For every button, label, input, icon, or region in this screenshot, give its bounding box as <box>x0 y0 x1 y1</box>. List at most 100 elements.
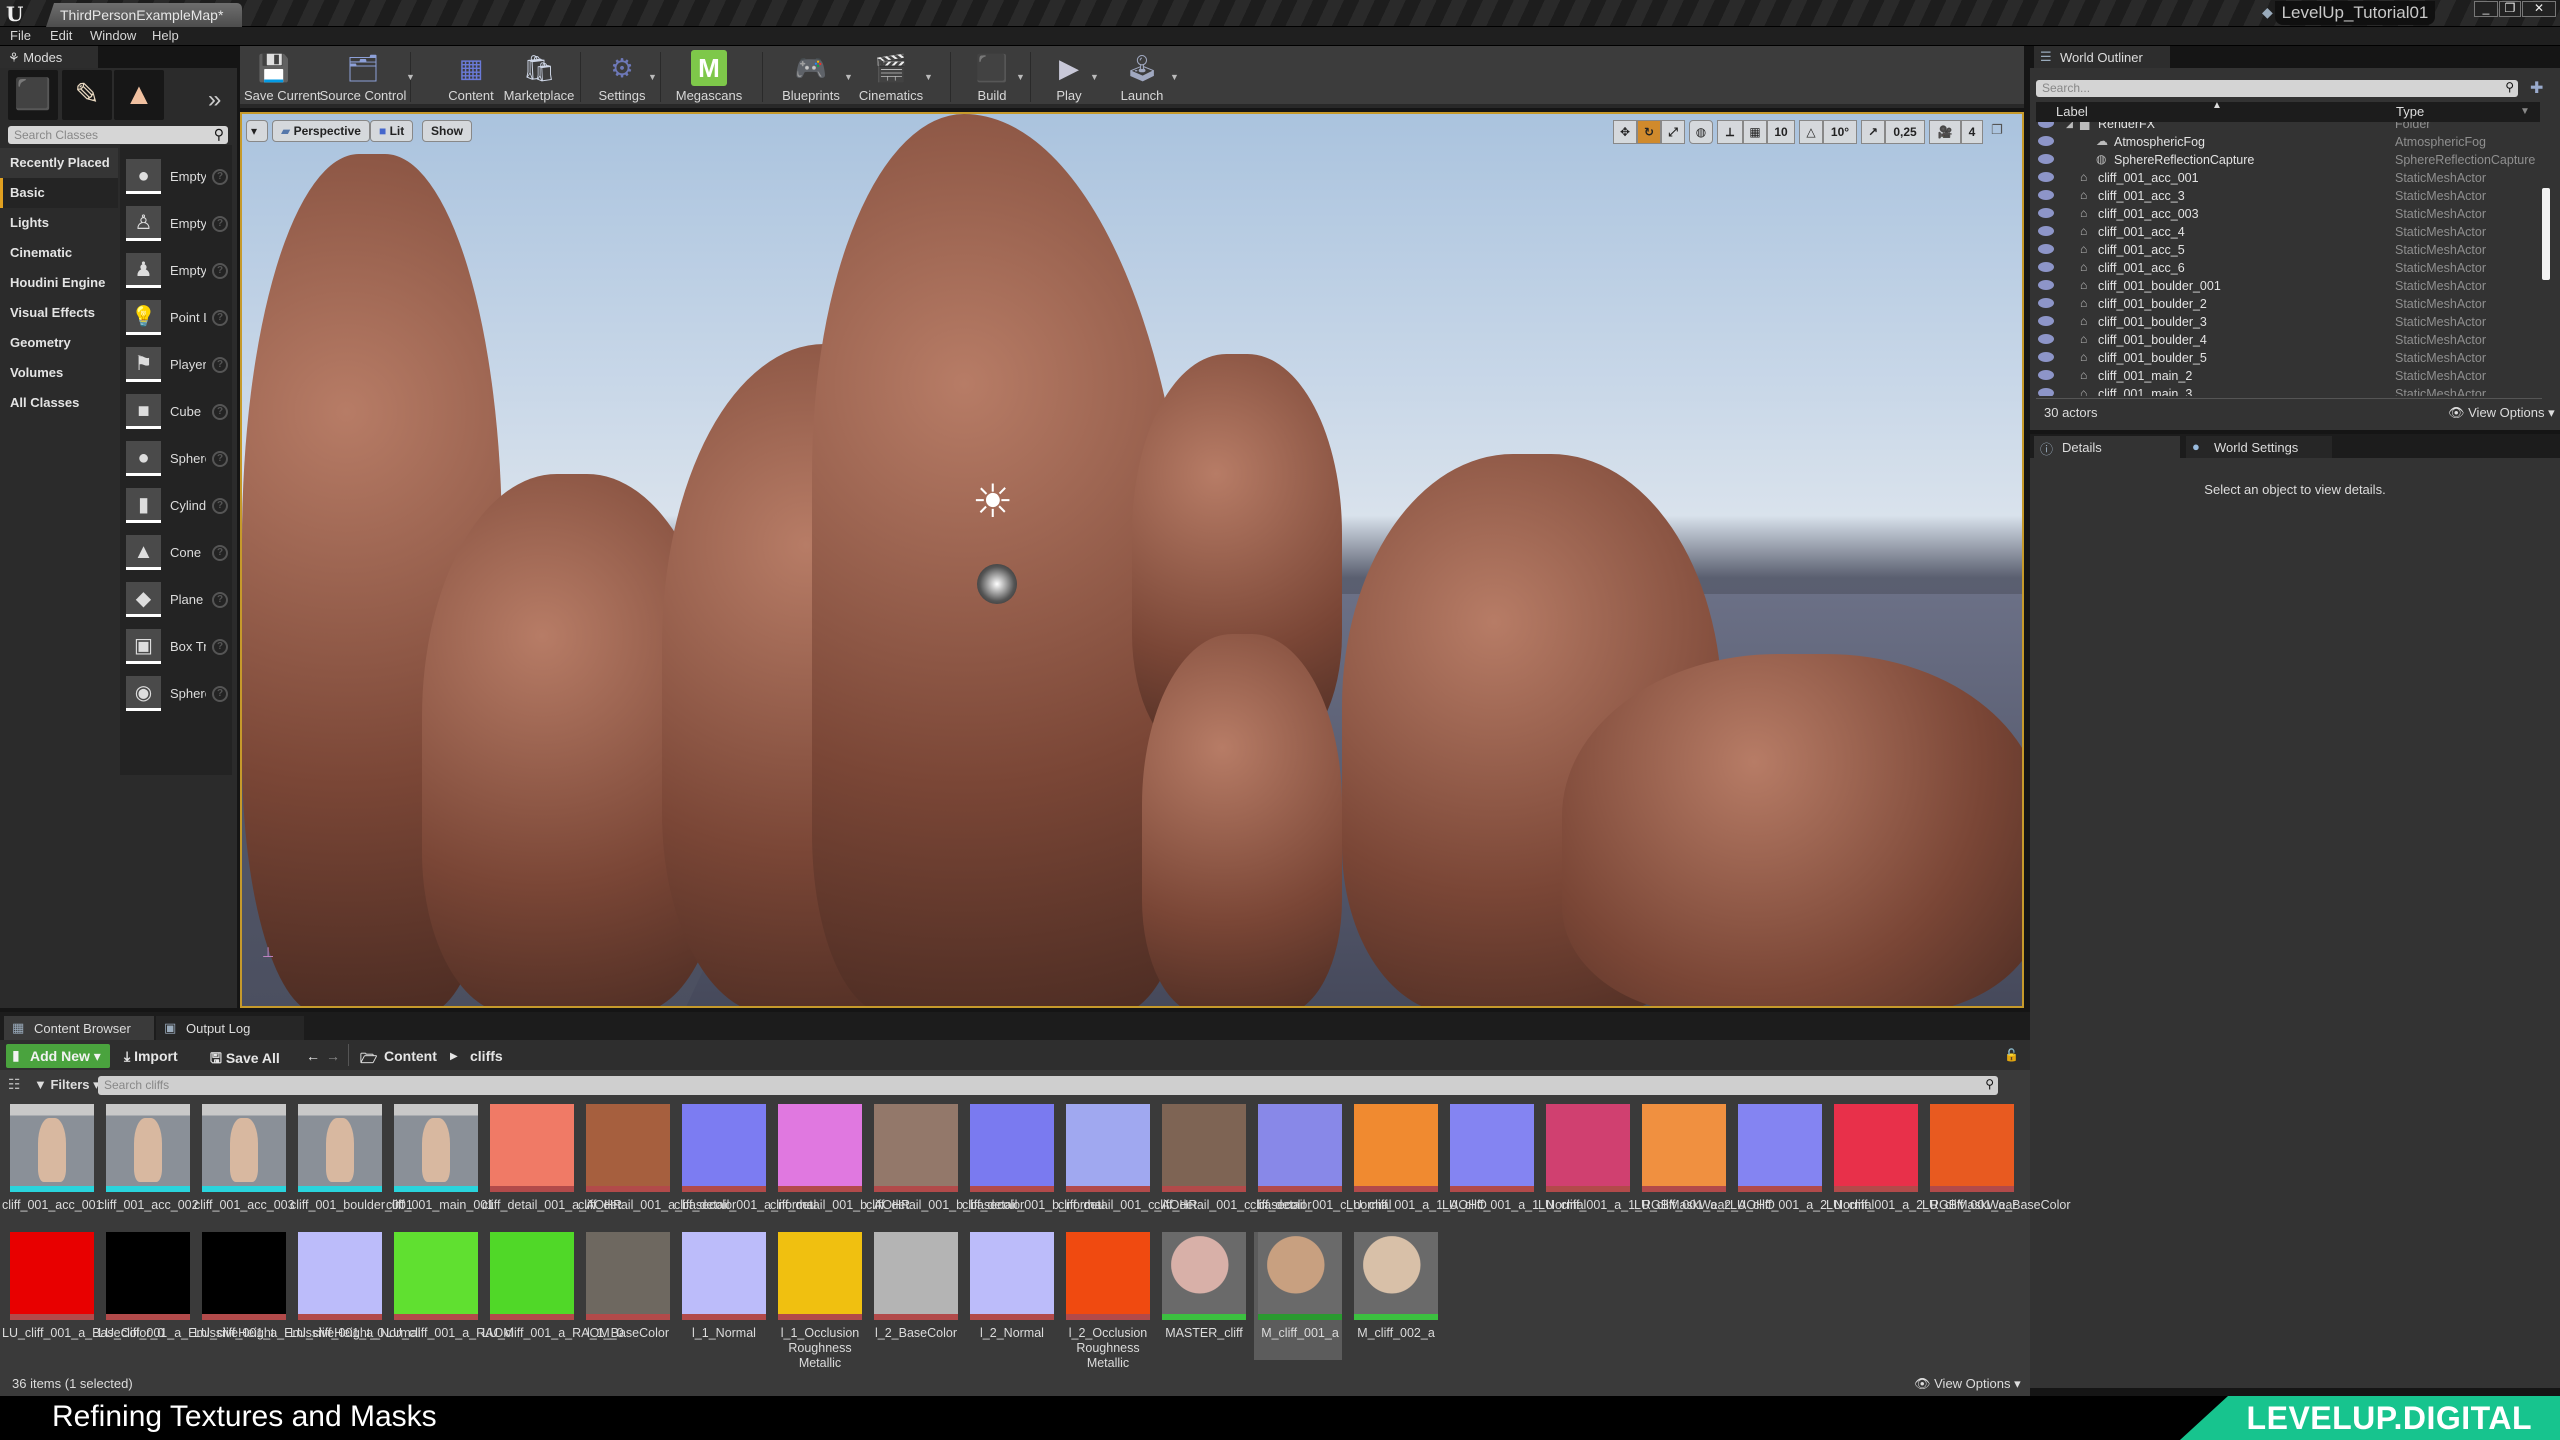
scale-tool-icon[interactable]: ⤢ <box>1661 120 1685 144</box>
outliner-row[interactable]: ⌂ cliff_001_boulder_3 StaticMeshActor <box>2030 314 2540 332</box>
perspective-button[interactable]: ▰ Perspective <box>272 120 370 142</box>
tab-content-browser[interactable]: ▦ Content Browser <box>4 1016 154 1040</box>
outliner-row[interactable]: ⌂ cliff_001_acc_003 StaticMeshActor <box>2030 206 2540 224</box>
placeable-item[interactable]: ■ Cube? <box>126 394 230 440</box>
rotation-snap-value[interactable]: 10° <box>1823 120 1857 144</box>
translate-tool-icon[interactable]: ✥ <box>1613 120 1637 144</box>
asset-tile[interactable]: l_1_Normal <box>678 1232 766 1360</box>
outliner-scrollbar[interactable] <box>2542 188 2550 280</box>
outliner-row[interactable]: ⌂ cliff_001_boulder_2 StaticMeshActor <box>2030 296 2540 314</box>
lock-icon[interactable]: 🔓 <box>2004 1048 2019 1062</box>
lit-button[interactable]: ■ Lit <box>370 120 414 142</box>
category-all-classes[interactable]: All Classes <box>0 388 118 418</box>
show-button[interactable]: Show <box>422 120 472 142</box>
asset-tile[interactable]: LU_cliff_001_a_Normal <box>290 1232 420 1360</box>
landscape-mode-button[interactable]: ▲ <box>114 70 164 120</box>
outliner-row[interactable]: ⌂ cliff_001_boulder_5 StaticMeshActor <box>2030 350 2540 368</box>
world-outliner-tab[interactable]: ☰ World Outliner <box>2034 46 2170 68</box>
camera-speed-value[interactable]: 4 <box>1961 120 1983 144</box>
placeable-item[interactable]: ▣ Box Trigger? <box>126 629 230 675</box>
scale-snap-value[interactable]: 0,25 <box>1885 120 1925 144</box>
placeable-item[interactable]: ▲ Cone? <box>126 535 230 581</box>
world-local-icon[interactable]: ◍ <box>1689 120 1713 144</box>
asset-tile[interactable]: cliff_detail_001_b_normal <box>962 1104 1104 1232</box>
tab-output-log[interactable]: ▣ Output Log <box>156 1016 304 1040</box>
asset-tile[interactable]: LU_cliff_001_a_1_Normal <box>1442 1104 1586 1232</box>
visibility-eye-icon[interactable] <box>2038 136 2054 146</box>
launch-dropdown-icon[interactable]: ▼ <box>1170 72 1179 82</box>
breadcrumb-content[interactable]: Content <box>384 1048 437 1064</box>
asset-tile[interactable]: cliff_detail_001_b_basecolor <box>866 1104 1024 1232</box>
outliner-row[interactable]: ◍ SphereReflectionCapture SphereReflection… <box>2030 152 2540 170</box>
directional-light-icon[interactable]: ☀ <box>972 474 1022 527</box>
help-icon[interactable]: ? <box>212 169 228 185</box>
asset-tile[interactable]: LU_cliff_001_a_2_RGBMaskWear <box>1826 1104 2017 1232</box>
asset-tile[interactable]: l_2_Normal <box>966 1232 1054 1360</box>
asset-tile[interactable]: cliff_detail_001_c_basecolor <box>1154 1104 1312 1232</box>
outliner-view-options[interactable]: 👁 View Options ▾ <box>2448 405 2555 421</box>
place-mode-button[interactable]: ⬛ <box>8 70 58 120</box>
asset-tile[interactable]: cliff_001_acc_002 <box>98 1104 199 1232</box>
outliner-row[interactable]: ▇ ◢ RenderFX Folder <box>2030 122 2540 134</box>
source-control-dropdown-icon[interactable]: ▼ <box>406 72 415 82</box>
menu-file[interactable]: File <box>10 28 31 43</box>
camera-speed-icon[interactable]: 🎥 <box>1929 120 1961 144</box>
placeable-item[interactable]: ♟ Empty Pawn? <box>126 253 230 299</box>
placeable-item[interactable]: ⚑ Player Start? <box>126 347 230 393</box>
help-icon[interactable]: ? <box>212 357 228 373</box>
menu-edit[interactable]: Edit <box>50 28 72 43</box>
outliner-row[interactable]: ☁ AtmosphericFog AtmosphericFog <box>2030 134 2540 152</box>
outliner-row[interactable]: ⌂ cliff_001_boulder_001 StaticMeshActor <box>2030 278 2540 296</box>
menu-window[interactable]: Window <box>90 28 136 43</box>
visibility-eye-icon[interactable] <box>2038 244 2054 254</box>
help-icon[interactable]: ? <box>212 639 228 655</box>
asset-tile[interactable]: LU_cliff_001_a_2_Normal <box>1730 1104 1874 1232</box>
help-icon[interactable]: ? <box>212 451 228 467</box>
placeable-item[interactable]: ♙ Empty Character? <box>126 206 230 252</box>
help-icon[interactable]: ? <box>212 404 228 420</box>
maximize-viewport-icon[interactable]: ❐ <box>1991 122 2003 138</box>
breadcrumb-cliffs[interactable]: cliffs <box>470 1048 503 1064</box>
asset-tile[interactable]: LU_cliff_001_a_BaseColor <box>1922 1104 2070 1232</box>
visibility-eye-icon[interactable] <box>2038 370 2054 380</box>
asset-tile[interactable]: cliff_001_main_001 <box>386 1104 494 1232</box>
asset-tile[interactable]: l_1_Occlusion Roughness Metallic <box>774 1232 862 1370</box>
scale-snap-icon[interactable]: ↗ <box>1861 120 1885 144</box>
save-current-button[interactable]: 💾 Save Current <box>244 50 321 106</box>
save-all-button[interactable]: 🖫 Save All <box>210 1048 280 1072</box>
column-options-icon[interactable]: ▼ <box>2520 106 2530 117</box>
visibility-eye-icon[interactable] <box>2038 262 2054 272</box>
asset-tile[interactable]: cliff_detail_001_c_normal <box>1250 1104 1392 1232</box>
document-tab[interactable]: ThirdPersonExampleMap* <box>46 3 242 27</box>
settings-button[interactable]: ⚙ Settings <box>594 50 650 106</box>
play-dropdown-icon[interactable]: ▼ <box>1090 72 1099 82</box>
megascans-button[interactable]: M Megascans <box>670 50 748 106</box>
placeable-item[interactable]: 💡 Point Light? <box>126 300 230 346</box>
type-column-header[interactable]: Type <box>2396 104 2424 119</box>
tab-details[interactable]: ⓘ Details <box>2034 436 2180 458</box>
outliner-row[interactable]: ⌂ cliff_001_acc_4 StaticMeshActor <box>2030 224 2540 242</box>
placeable-item[interactable]: ◉ Sphere Trigger? <box>126 676 230 722</box>
asset-tile[interactable]: l_2_Occlusion Roughness Metallic <box>1062 1232 1150 1370</box>
help-icon[interactable]: ? <box>212 263 228 279</box>
asset-tile[interactable]: LU_cliff_001_a_1_AOHO <box>1346 1104 1487 1232</box>
help-icon[interactable]: ? <box>212 498 228 514</box>
visibility-eye-icon[interactable] <box>2038 172 2054 182</box>
build-button[interactable]: ⬛ Build <box>966 50 1018 106</box>
category-basic[interactable]: Basic <box>0 178 118 208</box>
search-classes-input[interactable]: Search Classes ⚲ <box>8 126 228 144</box>
close-button[interactable]: ✕ <box>2522 1 2556 17</box>
search-cliffs-input[interactable]: Search cliffs ⚲ <box>98 1076 1998 1095</box>
expand-arrow-icon[interactable]: ◢ <box>2066 122 2073 130</box>
visibility-eye-icon[interactable] <box>2038 226 2054 236</box>
level-viewport[interactable]: ☀ ⊥ ▾ ▰ Perspective ■ Lit Show ✥ ↻ ⤢ ◍ ⟂… <box>240 112 2024 1008</box>
visibility-eye-icon[interactable] <box>2038 352 2054 362</box>
asset-tile[interactable]: MASTER_cliff <box>1158 1232 1246 1360</box>
visibility-eye-icon[interactable] <box>2038 154 2054 164</box>
outliner-row[interactable]: ⌂ cliff_001_acc_3 StaticMeshActor <box>2030 188 2540 206</box>
asset-tile[interactable]: cliff_detail_001_a_basecolor <box>578 1104 736 1232</box>
placeable-item[interactable]: ▮ Cylinder? <box>126 488 230 534</box>
placeable-item[interactable]: ● Sphere? <box>126 441 230 487</box>
grid-snap-icon[interactable]: ▦ <box>1743 120 1767 144</box>
settings-dropdown-icon[interactable]: ▼ <box>648 72 657 82</box>
